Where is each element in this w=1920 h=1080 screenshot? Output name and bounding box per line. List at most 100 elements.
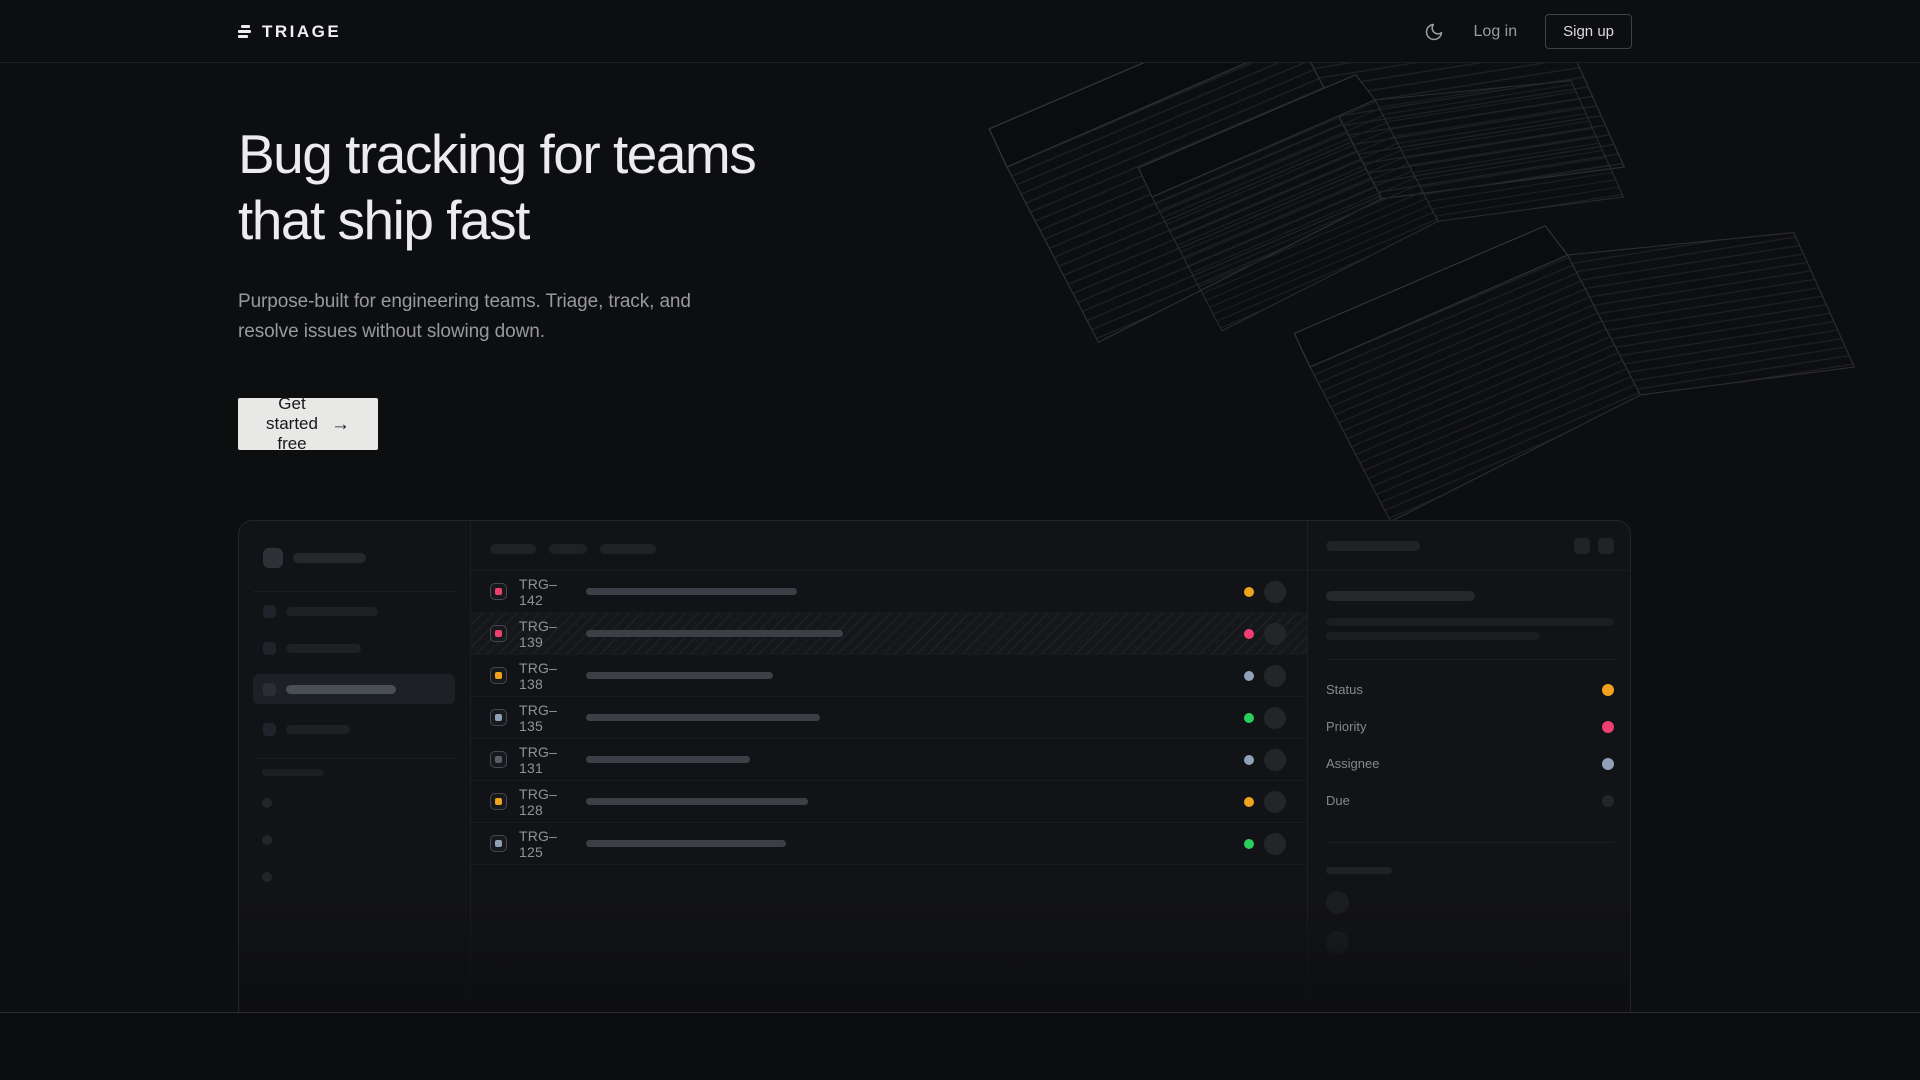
panel-divider	[1326, 659, 1614, 660]
issue-id: TRG–138	[519, 660, 574, 692]
sidebar-item-skeleton	[239, 630, 470, 667]
status-dot	[1244, 629, 1254, 639]
sidebar-dot-skeleton	[262, 872, 272, 882]
issue-id: TRG–131	[519, 744, 574, 776]
moon-icon	[1424, 22, 1444, 42]
skeleton-bar	[1326, 541, 1420, 551]
issue-title-skeleton	[1326, 591, 1475, 601]
theme-toggle-button[interactable]	[1422, 20, 1446, 44]
issue-title-skeleton	[586, 756, 750, 763]
issue-title-skeleton	[586, 588, 797, 595]
detail-field-row: Priority	[1326, 708, 1614, 745]
issue-type-icon	[490, 625, 507, 642]
get-started-button[interactable]: Get started free →	[238, 398, 378, 450]
assignee-avatar	[1264, 665, 1286, 687]
sidebar-dot-skeleton	[262, 798, 272, 808]
issue-row: TRG–131	[471, 739, 1307, 781]
skeleton-line	[1326, 618, 1614, 626]
panel-action-skeleton	[1574, 538, 1590, 554]
skeleton-bar	[286, 607, 378, 616]
issue-row: TRG–138	[471, 655, 1307, 697]
assignee-avatar	[1264, 707, 1286, 729]
sidebar-item-icon-skeleton	[263, 683, 276, 696]
detail-field-row: Status	[1326, 671, 1614, 708]
get-started-label: Get started free	[266, 394, 318, 454]
issue-id: TRG–125	[519, 828, 574, 860]
comment-avatar-skeleton	[1326, 931, 1349, 954]
detail-panel-header	[1308, 521, 1631, 571]
field-label: Assignee	[1326, 756, 1379, 771]
skeleton-bar	[286, 644, 361, 653]
detail-field-row: Due	[1326, 782, 1614, 819]
issue-title-skeleton	[586, 798, 808, 805]
issue-title-skeleton	[586, 672, 773, 679]
filter-pill-skeleton	[490, 544, 536, 554]
log-in-link[interactable]: Log in	[1474, 23, 1518, 41]
subtitle-line-2: resolve issues without slowing down.	[238, 317, 758, 347]
title-line-1: Bug tracking for teams	[238, 121, 938, 187]
sidebar-divider	[253, 591, 455, 592]
panel-action-skeleton	[1598, 538, 1614, 554]
issue-row: TRG–125	[471, 823, 1307, 865]
arrow-right-icon: →	[331, 415, 350, 434]
detail-field-row: Assignee	[1326, 745, 1614, 782]
assignee-avatar	[1264, 833, 1286, 855]
filter-pill-skeleton	[549, 544, 587, 554]
issue-type-icon	[490, 709, 507, 726]
issue-detail-panel: Status Priority Assignee Due	[1307, 521, 1631, 1012]
status-dot	[1244, 587, 1254, 597]
issue-row: TRG–139	[471, 613, 1307, 655]
field-value-dot	[1602, 721, 1614, 733]
skeleton-line	[1326, 632, 1540, 640]
footer-section	[0, 1012, 1920, 1080]
subtitle-line-1: Purpose-built for engineering teams. Tri…	[238, 287, 758, 317]
issue-type-icon	[490, 667, 507, 684]
issue-type-icon-fill	[495, 798, 502, 805]
issue-title-skeleton	[586, 714, 820, 721]
detail-fields: Status Priority Assignee Due	[1326, 671, 1614, 819]
issue-type-icon-fill	[495, 630, 502, 637]
assignee-avatar	[1264, 749, 1286, 771]
skeleton-bar	[1326, 867, 1392, 874]
panel-divider	[1326, 842, 1614, 843]
field-value-dot	[1602, 795, 1614, 807]
status-dot	[1244, 671, 1254, 681]
skeleton-bar	[293, 553, 366, 563]
comment-avatar-skeleton	[1326, 891, 1349, 914]
triage-logo-icon	[238, 25, 252, 38]
status-dot	[1244, 839, 1254, 849]
issue-type-icon	[490, 751, 507, 768]
title-line-2: that ship fast	[238, 187, 938, 253]
sidebar-item-icon-skeleton	[263, 642, 276, 655]
page-title: Bug tracking for teams that ship fast	[238, 121, 938, 253]
status-dot	[1244, 797, 1254, 807]
filter-pill-skeleton	[600, 544, 656, 554]
issue-list: TRG–142 TRG–139 TRG–138 TRG–135	[471, 521, 1307, 1012]
preview-sidebar	[239, 521, 471, 1012]
brand-name: TRIAGE	[262, 22, 341, 42]
field-label: Status	[1326, 682, 1363, 697]
sidebar-item-skeleton	[239, 593, 470, 630]
issue-type-icon-fill	[495, 588, 502, 595]
issue-row: TRG–142	[471, 571, 1307, 613]
assignee-avatar	[1264, 791, 1286, 813]
sidebar-item-icon-skeleton	[263, 605, 276, 618]
issue-type-icon	[490, 793, 507, 810]
assignee-avatar	[1264, 623, 1286, 645]
issue-type-icon-fill	[495, 714, 502, 721]
workspace-logo-skeleton	[263, 548, 283, 568]
issue-id: TRG–135	[519, 702, 574, 734]
assignee-avatar	[1264, 581, 1286, 603]
issue-rows: TRG–142 TRG–139 TRG–138 TRG–135	[471, 571, 1307, 865]
field-label: Due	[1326, 793, 1350, 808]
sidebar-section-label-skeleton	[262, 769, 324, 776]
issue-list-header	[471, 521, 1307, 571]
issue-type-icon-fill	[495, 840, 502, 847]
top-nav: TRIAGE Log in Sign up	[0, 0, 1920, 63]
sign-up-button[interactable]: Sign up	[1545, 14, 1632, 49]
issue-id: TRG–142	[519, 576, 574, 608]
skeleton-bar	[286, 725, 350, 734]
skeleton-bar	[286, 685, 396, 694]
app-preview-card: TRG–142 TRG–139 TRG–138 TRG–135	[238, 520, 1631, 1012]
workspace-switcher-skeleton	[263, 548, 470, 568]
